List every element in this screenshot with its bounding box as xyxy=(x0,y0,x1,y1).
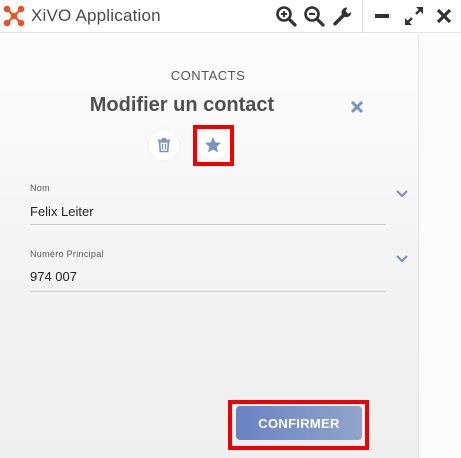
favorite-button[interactable] xyxy=(198,130,228,160)
chevron-down-icon[interactable] xyxy=(395,254,409,264)
phone-field-label: Numéro Principal xyxy=(30,249,104,259)
name-field-label: Nom xyxy=(30,183,50,193)
page-title: Modifier un contact xyxy=(89,94,275,116)
confirm-button[interactable]: CONFIRMER xyxy=(236,406,362,440)
name-field-underline xyxy=(30,224,386,225)
app-title: XiVO Application xyxy=(31,6,161,25)
section-title: CONTACTS xyxy=(170,68,246,83)
wrench-icon[interactable] xyxy=(330,5,354,27)
zoom-out-icon[interactable] xyxy=(302,5,326,27)
trash-icon xyxy=(158,138,170,153)
phone-field[interactable]: 974 007 xyxy=(30,269,77,284)
minimize-icon[interactable] xyxy=(370,5,394,27)
side-strip xyxy=(418,34,461,458)
zoom-in-icon[interactable] xyxy=(274,5,298,27)
window-close-icon[interactable] xyxy=(432,5,456,27)
chevron-down-icon[interactable] xyxy=(395,189,409,199)
close-form-icon[interactable] xyxy=(348,98,366,116)
phone-field-underline xyxy=(30,291,386,292)
star-icon xyxy=(205,137,221,153)
xivo-logo-icon xyxy=(3,5,25,27)
name-field[interactable]: Felix Leiter xyxy=(30,204,94,219)
maximize-icon[interactable] xyxy=(402,5,426,27)
toolbar-separator xyxy=(362,0,363,33)
delete-button[interactable] xyxy=(149,130,179,160)
title-bar: XiVO Application xyxy=(0,0,461,33)
